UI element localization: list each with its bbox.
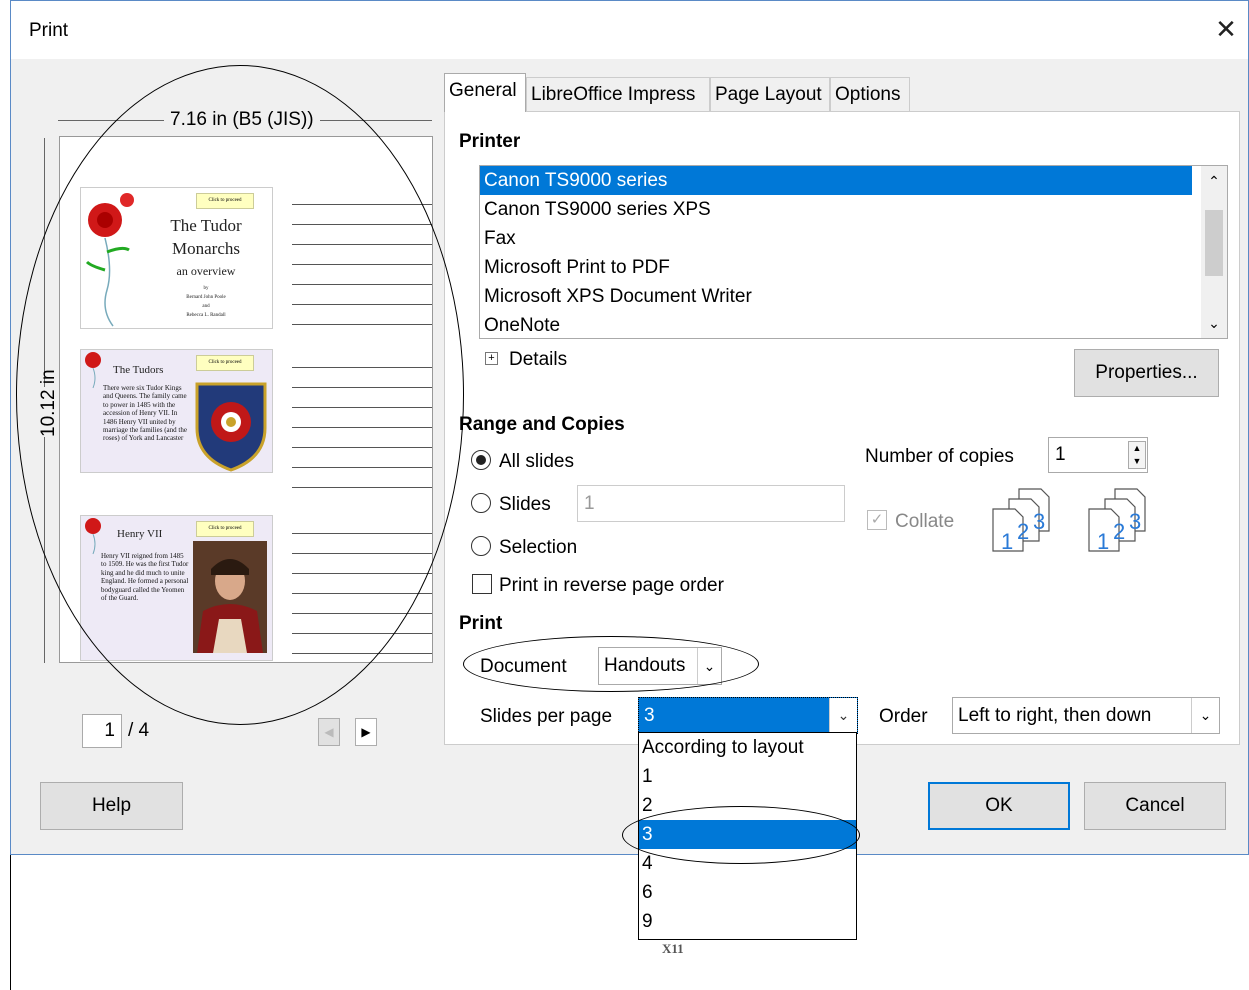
spin-up-icon[interactable]: ▲ [1129, 442, 1145, 455]
all-slides-radio[interactable] [471, 450, 491, 470]
order-select-value: Left to right, then down [958, 705, 1152, 726]
selection-radio[interactable] [471, 536, 491, 556]
ok-button[interactable]: OK [928, 782, 1070, 830]
svg-text:3: 3 [1129, 509, 1141, 534]
close-icon[interactable]: ✕ [1212, 15, 1240, 43]
tab-page-layout[interactable]: Page Layout [710, 77, 830, 111]
printer-item[interactable]: Fax [480, 224, 1227, 253]
triangle-left-icon: ◀ [324, 725, 334, 739]
slides-per-page-label: Slides per page [480, 706, 613, 727]
svg-text:1: 1 [1001, 529, 1013, 553]
page-number-field[interactable]: 1 [82, 714, 122, 748]
details-label[interactable]: Details [509, 349, 567, 371]
printer-list[interactable]: Canon TS9000 series Canon TS9000 series … [479, 165, 1228, 339]
svg-text:2: 2 [1113, 519, 1125, 544]
prev-page-button[interactable]: ◀ [318, 718, 340, 746]
printer-item[interactable]: OneNote [480, 311, 1227, 338]
window-title: Print [29, 20, 69, 41]
expand-plus-icon[interactable]: + [485, 352, 498, 365]
page-total-label: / 4 [128, 720, 150, 741]
help-button[interactable]: Help [40, 782, 183, 830]
tab-general[interactable]: General [444, 73, 526, 112]
reverse-order-checkbox[interactable] [472, 574, 492, 594]
collate-pages-icon: 123 [992, 488, 1050, 553]
dropdown-option[interactable]: 1 [639, 762, 856, 791]
order-select[interactable]: Left to right, then down ⌄ [952, 697, 1220, 734]
selection-label[interactable]: Selection [499, 537, 577, 559]
reverse-order-label[interactable]: Print in reverse page order [499, 575, 724, 597]
chevron-down-icon[interactable]: ⌄ [1191, 698, 1219, 733]
document-annotation-oval [463, 636, 759, 692]
collate-pages-icon-alt: 123 [1088, 488, 1146, 553]
slides-per-page-value: 3 [644, 705, 655, 726]
cancel-button[interactable]: Cancel [1084, 782, 1226, 830]
slides-per-page-select[interactable]: 3 ⌄ [638, 697, 858, 734]
printer-section-label: Printer [459, 131, 521, 152]
chevron-down-icon[interactable]: ⌄ [1201, 308, 1227, 338]
print-section-label: Print [459, 613, 503, 634]
tab-libreoffice-impress[interactable]: LibreOffice Impress [526, 77, 710, 111]
dropdown-option[interactable]: 6 [639, 878, 856, 907]
printer-item[interactable]: Canon TS9000 series [480, 166, 1192, 195]
background-area: X11 [10, 855, 1249, 990]
chevron-up-icon[interactable]: ⌃ [1201, 166, 1227, 196]
background-text: X11 [662, 941, 684, 956]
range-section-label: Range and Copies [459, 414, 625, 435]
order-label: Order [879, 706, 928, 727]
collate-checkbox[interactable]: ✓ [867, 510, 887, 530]
svg-text:2: 2 [1017, 519, 1029, 544]
printer-list-scrollbar[interactable]: ⌃ ⌄ [1201, 166, 1227, 338]
tab-options[interactable]: Options [830, 77, 910, 111]
spin-down-icon[interactable]: ▼ [1129, 455, 1145, 468]
triangle-right-icon: ▶ [361, 725, 371, 739]
slides-label[interactable]: Slides [499, 494, 551, 516]
svg-text:3: 3 [1033, 509, 1045, 534]
chevron-down-icon[interactable]: ⌄ [829, 698, 857, 733]
collate-label: Collate [895, 511, 955, 532]
properties-button[interactable]: Properties... [1074, 349, 1219, 397]
slides-radio[interactable] [471, 493, 491, 513]
all-slides-label[interactable]: All slides [499, 451, 574, 473]
printer-item[interactable]: Microsoft Print to PDF [480, 253, 1227, 282]
title-bar: Print ✕ [11, 1, 1248, 59]
option-annotation-oval [622, 806, 860, 864]
svg-text:1: 1 [1097, 529, 1109, 553]
preview-annotation-oval [16, 65, 464, 725]
printer-item[interactable]: Microsoft XPS Document Writer [480, 282, 1227, 311]
next-page-button[interactable]: ▶ [355, 718, 377, 746]
copies-spin-button[interactable]: ▲ ▼ [1128, 441, 1146, 469]
printer-item[interactable]: Canon TS9000 series XPS [480, 195, 1227, 224]
dropdown-option[interactable]: 9 [639, 907, 856, 936]
scrollbar-thumb[interactable] [1205, 210, 1223, 276]
slides-range-input[interactable]: 1 [577, 485, 845, 522]
copies-label: Number of copies [865, 446, 1014, 467]
dropdown-option[interactable]: According to layout [639, 733, 856, 762]
